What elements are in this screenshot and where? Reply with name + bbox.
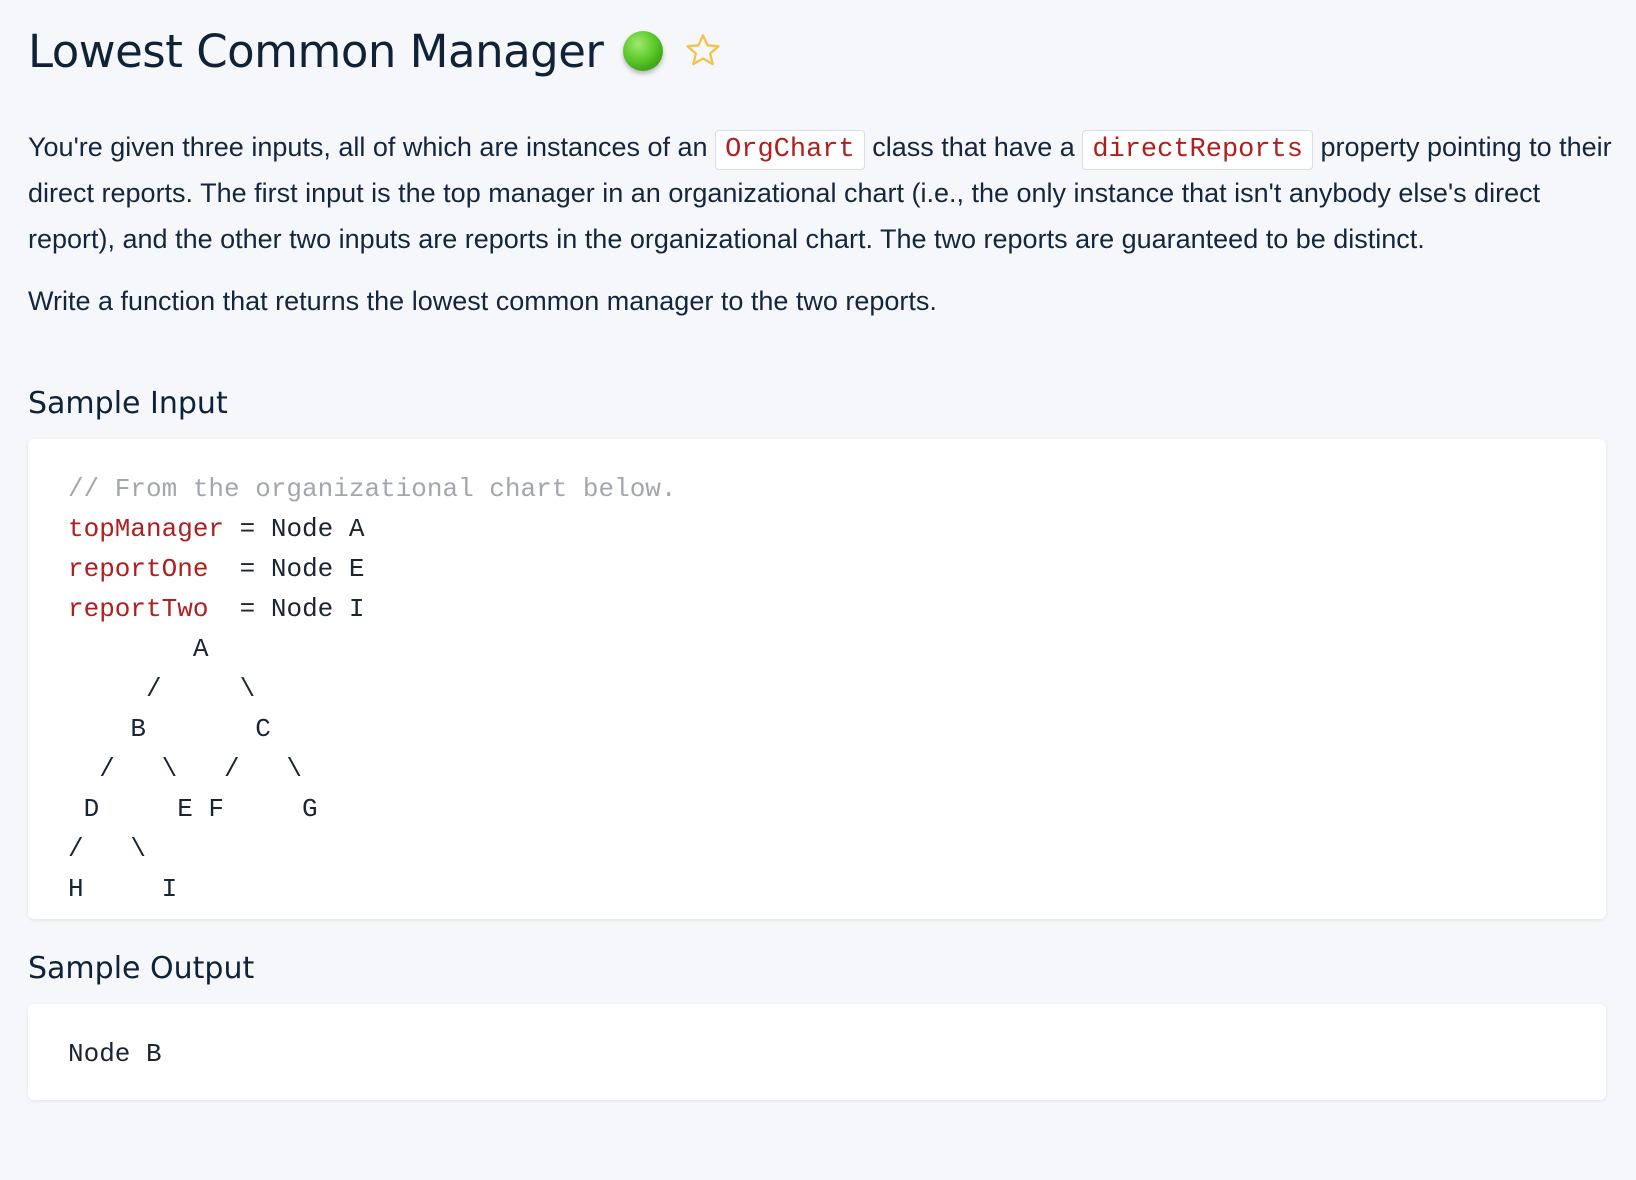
sample-input-code-block: // From the organizational chart below. … (28, 439, 1606, 919)
inline-code-orgchart: OrgChart (715, 130, 865, 170)
description-text: class that have a (864, 132, 1083, 162)
star-outline-icon[interactable] (681, 29, 725, 73)
assignment-operator: = (208, 554, 271, 584)
description-text: You're given three inputs, all of which … (28, 132, 716, 162)
assignment-value: Node E (270, 554, 365, 584)
org-chart-line: B C (68, 714, 271, 744)
problem-page: Lowest Common Manager You're given three… (0, 0, 1636, 1100)
description-paragraph-2: Write a function that returns the lowest… (28, 286, 937, 316)
sample-output-code-block: Node B (28, 1004, 1606, 1100)
assignment-operator: = (224, 514, 271, 544)
inline-code-directreports: directReports (1082, 130, 1313, 170)
title-row: Lowest Common Manager (28, 22, 1608, 80)
org-chart-line: / \ (68, 834, 147, 864)
sample-input-heading: Sample Input (28, 386, 228, 421)
org-chart-line: / \ (68, 674, 256, 704)
variable-name: reportTwo (68, 594, 209, 624)
code-comment: // From the organizational chart below. (68, 474, 677, 504)
code-assignment-line: reportOne = Node E (68, 549, 1566, 589)
code-assignment-line: topManager = Node A (68, 509, 1566, 549)
sample-output-value: Node B (68, 1039, 162, 1069)
org-chart-line: A (68, 634, 209, 664)
assignment-operator: = (208, 594, 271, 624)
page-title: Lowest Common Manager (28, 24, 604, 78)
problem-description: You're given three inputs, all of which … (28, 124, 1618, 324)
assignment-value: Node I (270, 594, 365, 624)
variable-name: topManager (68, 514, 225, 544)
org-chart-line: D E F G (68, 794, 318, 824)
org-chart-line: / \ / \ (68, 754, 303, 784)
assignment-value: Node A (270, 514, 365, 544)
sample-output-heading: Sample Output (28, 951, 255, 986)
variable-name: reportOne (68, 554, 209, 584)
code-assignment-line: reportTwo = Node I (68, 589, 1566, 629)
green-circle-icon (623, 31, 664, 71)
description-paragraph-1: You're given three inputs, all of which … (28, 124, 1618, 262)
org-chart-line: H I (68, 874, 178, 904)
